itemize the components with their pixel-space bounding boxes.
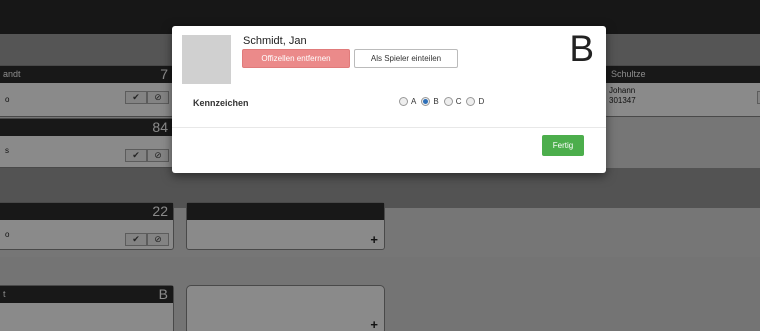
avatar bbox=[182, 35, 231, 84]
radio-label: B bbox=[433, 97, 439, 106]
kennzeichen-label: Kennzeichen bbox=[193, 98, 249, 108]
kennzeichen-radio-group: A B C D bbox=[399, 97, 489, 106]
radio-option-c[interactable]: C bbox=[443, 97, 462, 106]
official-dialog: Schmidt, Jan Offizellen entfernen Als Sp… bbox=[172, 26, 606, 173]
radio-option-b[interactable]: B bbox=[421, 97, 439, 106]
radio-label: D bbox=[478, 97, 485, 106]
radio-option-d[interactable]: D bbox=[466, 97, 484, 106]
radio-button[interactable] bbox=[421, 97, 431, 106]
remove-official-button[interactable]: Offizellen entfernen bbox=[242, 49, 350, 68]
radio-label: A bbox=[411, 97, 417, 106]
radio-button[interactable] bbox=[399, 97, 408, 106]
radio-button[interactable] bbox=[466, 97, 476, 106]
radio-option-a[interactable]: A bbox=[399, 97, 416, 106]
assign-as-player-button[interactable]: Als Spieler einteilen bbox=[354, 49, 458, 68]
done-button[interactable]: Fertig bbox=[542, 135, 584, 156]
official-name: Schmidt, Jan bbox=[243, 35, 307, 47]
official-letter: B bbox=[569, 28, 594, 69]
divider bbox=[172, 127, 606, 128]
radio-label: C bbox=[455, 97, 462, 106]
radio-button[interactable] bbox=[443, 97, 453, 106]
